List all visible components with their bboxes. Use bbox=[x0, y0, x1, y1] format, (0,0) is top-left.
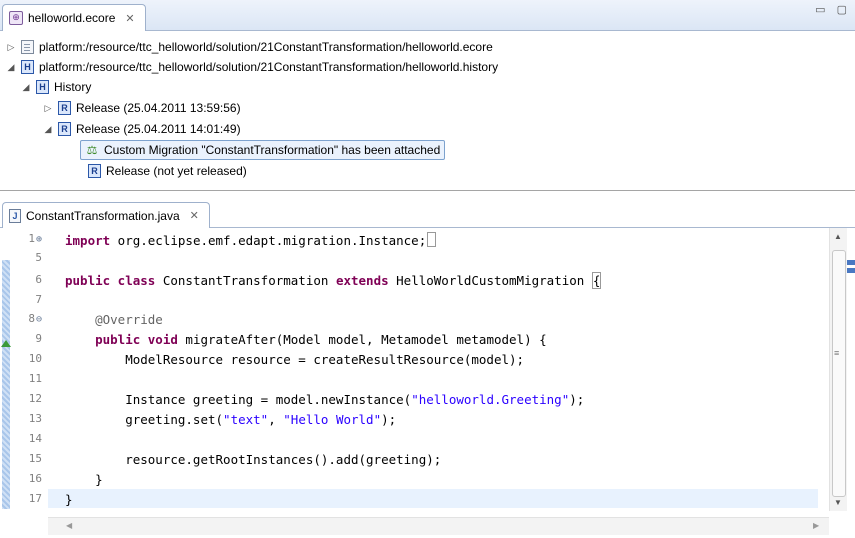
view-controls[interactable]: ▭ ▢ bbox=[815, 3, 851, 16]
line-number: 11 bbox=[28, 372, 42, 385]
line-number: 14 bbox=[28, 432, 42, 445]
tree-item-ecore-resource[interactable]: ▷ platform:/resource/ttc_helloworld/solu… bbox=[5, 37, 493, 57]
overview-marker[interactable] bbox=[847, 268, 855, 273]
line-number: 9 bbox=[35, 332, 42, 345]
collapse-fold-icon[interactable]: ⊖ bbox=[36, 314, 42, 325]
tab-label: ConstantTransformation.java bbox=[26, 208, 180, 223]
scroll-left-icon[interactable]: ◀ bbox=[66, 521, 72, 530]
release-icon: R bbox=[58, 101, 71, 115]
code-line: import org.eclipse.emf.edapt.migration.I… bbox=[65, 232, 437, 248]
java-tab-bar: J ConstantTransformation.java ✕ bbox=[0, 198, 855, 228]
code-area[interactable]: import org.eclipse.emf.edapt.migration.I… bbox=[65, 228, 815, 511]
overview-marker[interactable] bbox=[847, 260, 855, 265]
line-number: 6 bbox=[35, 273, 42, 286]
code-line: } bbox=[65, 492, 73, 507]
scroll-grip-icon: ≡ bbox=[834, 348, 840, 358]
code-line: greeting.set("text", "Hello World"); bbox=[65, 412, 397, 427]
expand-arrow-icon[interactable]: ▷ bbox=[5, 42, 17, 53]
code-line: } bbox=[65, 472, 103, 487]
folded-imports-marker[interactable] bbox=[427, 232, 437, 247]
close-icon[interactable]: ✕ bbox=[190, 209, 199, 222]
code-line: public void migrateAfter(Model model, Me… bbox=[65, 332, 547, 347]
code-line: @Override bbox=[65, 312, 163, 327]
selected-tree-item[interactable]: ⚖ Custom Migration "ConstantTransformati… bbox=[80, 140, 446, 160]
tree-item-history[interactable]: ◢ H History bbox=[20, 77, 91, 97]
tree-item-label: History bbox=[54, 80, 92, 94]
tree-item-label: Release (25.04.2011 14:01:49) bbox=[76, 122, 241, 136]
history-tree: ▷ platform:/resource/ttc_helloworld/solu… bbox=[0, 31, 855, 189]
ecore-tab-bar: ⊕ helloworld.ecore ✕ ▭ ▢ bbox=[0, 0, 855, 31]
file-icon bbox=[21, 40, 34, 54]
ecore-file-icon: ⊕ bbox=[9, 11, 23, 25]
tree-item-release-1[interactable]: ▷ R Release (25.04.2011 13:59:56) bbox=[42, 98, 241, 118]
code-line: public class ConstantTransformation exte… bbox=[65, 272, 602, 289]
expand-fold-icon[interactable]: ⊕ bbox=[36, 234, 42, 245]
tab-label: helloworld.ecore bbox=[28, 11, 116, 25]
tree-item-release-unreleased[interactable]: R Release (not yet released) bbox=[72, 161, 247, 181]
collapse-arrow-icon[interactable]: ◢ bbox=[42, 124, 54, 135]
line-number-gutter: 1⊕ 5 6 7 8⊖ 9 10 11 12 13 14 15 16 17 bbox=[12, 228, 48, 511]
change-arrow-icon bbox=[1, 340, 11, 347]
code-line: ModelResource resource = createResultRes… bbox=[65, 352, 525, 367]
scroll-thumb[interactable] bbox=[832, 250, 846, 497]
line-number: 17 bbox=[28, 492, 42, 505]
line-number: 7 bbox=[35, 293, 42, 306]
java-file-icon: J bbox=[9, 208, 21, 223]
tree-item-release-2[interactable]: ◢ R Release (25.04.2011 14:01:49) bbox=[42, 119, 241, 139]
tree-item-label: Custom Migration "ConstantTransformation… bbox=[104, 143, 441, 157]
line-number: 12 bbox=[28, 392, 42, 405]
java-editor: J ConstantTransformation.java ✕ 1⊕ 5 6 7… bbox=[0, 198, 855, 538]
history-icon: H bbox=[36, 80, 49, 94]
tree-item-label: platform:/resource/ttc_helloworld/soluti… bbox=[39, 60, 499, 74]
scroll-right-icon[interactable]: ▶ bbox=[813, 521, 819, 530]
horizontal-scrollbar[interactable]: ◀ ▶ bbox=[48, 517, 829, 535]
line-number: 10 bbox=[28, 352, 42, 365]
collapse-arrow-icon[interactable]: ◢ bbox=[20, 82, 32, 93]
close-icon[interactable]: ✕ bbox=[125, 12, 134, 25]
expand-arrow-icon[interactable]: ▷ bbox=[42, 103, 54, 114]
scroll-down-icon[interactable]: ▼ bbox=[834, 498, 842, 507]
line-number: 1⊕ bbox=[28, 232, 42, 245]
tree-item-label: platform:/resource/ttc_helloworld/soluti… bbox=[39, 40, 493, 54]
line-number: 16 bbox=[28, 472, 42, 485]
tree-item-label: Release (not yet released) bbox=[106, 164, 247, 178]
change-ruler bbox=[0, 228, 12, 511]
tree-item-custom-migration[interactable]: ⚖ Custom Migration "ConstantTransformati… bbox=[80, 140, 446, 160]
tree-item-label: Release (25.04.2011 13:59:56) bbox=[76, 101, 241, 115]
line-number: 5 bbox=[35, 251, 42, 264]
history-icon: H bbox=[21, 60, 34, 74]
line-number: 15 bbox=[28, 452, 42, 465]
vertical-scrollbar[interactable]: ▲ ≡ ▼ bbox=[829, 228, 847, 511]
release-icon: R bbox=[58, 122, 71, 136]
tree-item-history-resource[interactable]: ◢ H platform:/resource/ttc_helloworld/so… bbox=[5, 57, 498, 77]
release-icon: R bbox=[88, 164, 101, 178]
migration-icon: ⚖ bbox=[86, 143, 98, 157]
collapse-arrow-icon[interactable]: ◢ bbox=[5, 62, 17, 73]
line-number: 8⊖ bbox=[28, 312, 42, 325]
scroll-up-icon[interactable]: ▲ bbox=[834, 232, 842, 241]
ecore-editor: ⊕ helloworld.ecore ✕ ▭ ▢ ▷ platform:/res… bbox=[0, 0, 855, 191]
tab-constant-transformation-java[interactable]: J ConstantTransformation.java ✕ bbox=[2, 202, 210, 228]
code-line: resource.getRootInstances().add(greeting… bbox=[65, 452, 442, 467]
code-line: Instance greeting = model.newInstance("h… bbox=[65, 392, 585, 407]
line-number: 13 bbox=[28, 412, 42, 425]
change-marker bbox=[2, 260, 10, 509]
tab-helloworld-ecore[interactable]: ⊕ helloworld.ecore ✕ bbox=[2, 4, 146, 31]
